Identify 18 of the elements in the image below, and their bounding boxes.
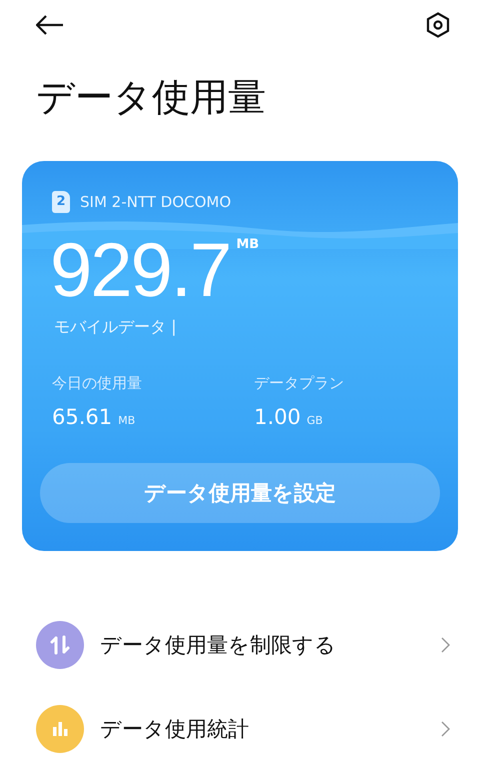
stat-label: データプラン bbox=[254, 374, 345, 393]
chevron-right-icon bbox=[441, 637, 450, 653]
menu-item[interactable]: データ使用統計 bbox=[100, 715, 425, 743]
page-title: データ使用量 bbox=[36, 74, 267, 121]
stat-label: 今日の使用量 bbox=[52, 374, 143, 393]
usage-value: 929.7 bbox=[50, 230, 230, 311]
menu-item[interactable]: データ使用量を制限する bbox=[100, 631, 425, 659]
data-source-label: モバイルデータ | bbox=[54, 316, 176, 338]
sim-card-icon: 2 bbox=[52, 190, 70, 213]
stat-value: 65.61 bbox=[52, 404, 112, 429]
chevron-right-icon bbox=[441, 721, 450, 737]
carrier-name: SIM 2-NTT DOCOMO bbox=[80, 192, 232, 211]
settings-icon[interactable] bbox=[426, 12, 450, 38]
stat-value: 1.00 bbox=[254, 404, 301, 429]
stat-unit: MB bbox=[118, 414, 136, 427]
stat-unit: GB bbox=[306, 414, 323, 427]
usage-unit: MB bbox=[236, 236, 260, 252]
back-arrow-icon[interactable] bbox=[36, 15, 64, 36]
